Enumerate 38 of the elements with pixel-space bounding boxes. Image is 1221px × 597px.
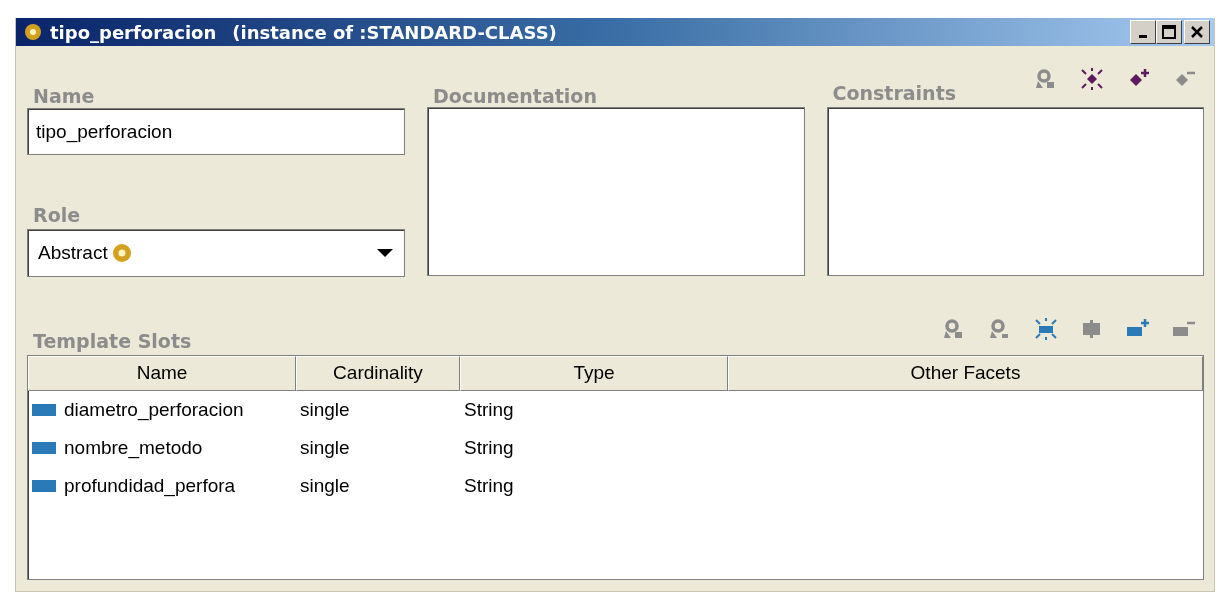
minimize-button[interactable] — [1130, 20, 1156, 44]
window-subtitle: (instance of :STANDARD-CLASS) — [232, 20, 557, 45]
slot-icon — [32, 480, 56, 492]
name-label: Name — [32, 84, 96, 108]
maximize-icon — [1162, 25, 1176, 39]
role-dropdown[interactable]: Abstract — [27, 229, 405, 277]
column-header[interactable]: Other Facets — [728, 356, 1203, 391]
table-cell: String — [464, 398, 514, 420]
documentation-field[interactable] — [427, 107, 805, 276]
constraints-list[interactable] — [826, 107, 1204, 276]
maximize-button[interactable] — [1156, 20, 1182, 44]
caret-icon — [376, 248, 394, 258]
column-header[interactable]: Type — [460, 356, 728, 391]
constraints-label: Constraints — [831, 80, 957, 106]
close-icon — [1190, 25, 1204, 39]
table-cell-text: diametro_perforacion — [64, 397, 244, 423]
table-cell: String — [464, 436, 514, 458]
minimize-icon — [1139, 34, 1147, 38]
column-header[interactable]: Name — [28, 356, 296, 391]
name-field[interactable]: tipo_perforacion — [27, 108, 405, 155]
close-button[interactable] — [1184, 20, 1210, 44]
class-icon — [24, 23, 42, 41]
window-title: tipo_perforacion — [50, 20, 217, 45]
sparkle-icon[interactable] — [1080, 68, 1104, 90]
table-cell: String — [464, 474, 514, 496]
class-icon — [111, 243, 132, 263]
template-slots-label: Template Slots — [32, 328, 192, 354]
table-cell: single — [300, 436, 350, 458]
documentation-label: Documentation — [432, 84, 598, 107]
table-cell-text: nombre_metodo — [64, 435, 203, 461]
table-cell: single — [300, 474, 350, 496]
role-label: Role — [32, 203, 82, 228]
table-cell: single — [300, 398, 350, 420]
slot-icon — [32, 442, 56, 454]
role-value: Abstract — [38, 240, 108, 265]
column-header[interactable]: Cardinality — [296, 356, 460, 391]
table-cell-text: profundidad_perfora — [64, 473, 236, 499]
slot-icon — [32, 404, 56, 416]
